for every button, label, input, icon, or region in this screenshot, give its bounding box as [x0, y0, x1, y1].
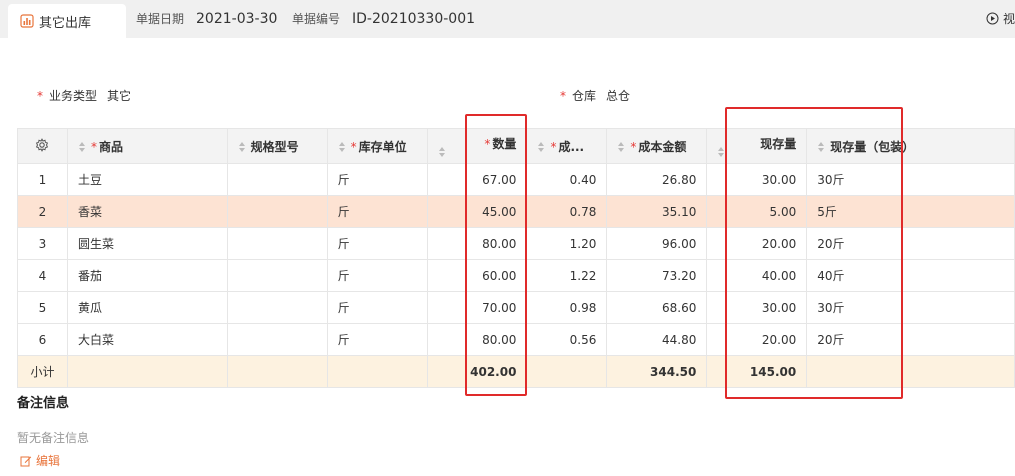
row-index: 4: [17, 259, 68, 292]
unit-cost-cell[interactable]: 0.98: [526, 291, 608, 324]
warehouse-label: 仓库: [572, 89, 597, 103]
sort-icon[interactable]: [537, 141, 545, 153]
unit-cell[interactable]: 斤: [326, 163, 428, 196]
column-label: 规格型号: [250, 139, 299, 154]
row-index: 2: [17, 195, 68, 228]
column-header-product[interactable]: * 商品: [66, 128, 228, 164]
spec-cell[interactable]: [226, 323, 328, 356]
unit-cell[interactable]: 斤: [326, 259, 428, 292]
required-mark: *: [550, 139, 557, 154]
biz-type-label: 业务类型: [49, 89, 98, 103]
product-cell[interactable]: 圆生菜: [66, 227, 228, 260]
amount-cell[interactable]: 96.00: [606, 227, 708, 260]
doc-number: 单据编号 ID-20210330-001: [292, 10, 475, 27]
tab-other-outbound[interactable]: 其它出库: [8, 4, 126, 38]
product-cell[interactable]: 黄瓜: [66, 291, 228, 324]
unit-cell[interactable]: 斤: [326, 227, 428, 260]
unit-cost-cell[interactable]: 1.20: [526, 227, 608, 260]
doc-date-label: 单据日期: [136, 12, 185, 26]
warehouse-field: * 仓库 总仓: [560, 87, 630, 104]
spec-cell[interactable]: [226, 195, 328, 228]
unit-cell[interactable]: 斤: [326, 323, 428, 356]
warehouse-value[interactable]: 总仓: [606, 87, 630, 104]
required-mark: *: [560, 88, 566, 103]
sort-icon[interactable]: [78, 141, 86, 153]
sort-icon[interactable]: [617, 141, 625, 153]
top-bar: 其它出库 单据日期 2021-03-30 单据编号 ID-20210330-00…: [0, 0, 1015, 38]
spec-cell[interactable]: [226, 227, 328, 260]
product-cell[interactable]: 香菜: [66, 195, 228, 228]
amount-cell[interactable]: 44.80: [606, 323, 708, 356]
row-index: 3: [17, 227, 68, 260]
view-button-label: 视: [1002, 12, 1015, 26]
tab-label: 其它出库: [39, 15, 92, 31]
row-index: 1: [17, 163, 68, 196]
notes-title: 备注信息: [17, 396, 70, 411]
amount-cell[interactable]: 35.10: [606, 195, 708, 228]
required-mark: *: [37, 88, 43, 103]
column-header-amount[interactable]: * 成本金额: [606, 128, 708, 164]
required-mark: *: [630, 139, 637, 154]
column-header-spec[interactable]: 规格型号: [226, 128, 328, 164]
play-circle-icon: [986, 12, 999, 25]
unit-cost-cell[interactable]: 0.40: [526, 163, 608, 196]
column-header-unit[interactable]: * 库存单位: [326, 128, 428, 164]
product-cell[interactable]: 番茄: [66, 259, 228, 292]
sort-icon[interactable]: [438, 146, 446, 158]
annotation-box-stock: [725, 107, 903, 399]
row-index: 5: [17, 291, 68, 324]
spec-cell[interactable]: [226, 163, 328, 196]
gear-icon[interactable]: [35, 137, 49, 152]
bar-chart-icon: [20, 14, 34, 28]
product-cell[interactable]: 大白菜: [66, 323, 228, 356]
column-label: 库存单位: [358, 139, 407, 154]
column-label: 成...: [558, 139, 585, 154]
doc-number-label: 单据编号: [292, 12, 341, 26]
unit-cost-cell[interactable]: 0.56: [526, 323, 608, 356]
subtotal-label: 小计: [17, 355, 68, 388]
column-label: 商品: [98, 139, 123, 154]
amount-cell[interactable]: 26.80: [606, 163, 708, 196]
amount-cell[interactable]: 68.60: [606, 291, 708, 324]
edit-label: 编辑: [36, 454, 61, 468]
unit-cell[interactable]: 斤: [326, 291, 428, 324]
required-mark: *: [90, 139, 97, 154]
empty-cell: [226, 355, 328, 388]
unit-cost-cell[interactable]: 1.22: [526, 259, 608, 292]
unit-cell[interactable]: 斤: [326, 195, 428, 228]
edit-icon: [20, 456, 32, 466]
edit-notes-button[interactable]: 编辑: [20, 452, 60, 469]
notes-empty-text: 暂无备注信息: [17, 431, 90, 445]
empty-cell: [326, 355, 428, 388]
empty-cell: [66, 355, 228, 388]
empty-cell: [526, 355, 608, 388]
row-index: 6: [17, 323, 68, 356]
spec-cell[interactable]: [226, 259, 328, 292]
doc-date: 单据日期 2021-03-30: [136, 10, 277, 27]
amount-cell[interactable]: 73.20: [606, 259, 708, 292]
sort-icon[interactable]: [338, 141, 346, 153]
doc-date-value: 2021-03-30: [196, 10, 278, 27]
unit-cost-cell[interactable]: 0.78: [526, 195, 608, 228]
column-header-unit-cost[interactable]: * 成...: [526, 128, 608, 164]
annotation-box-qty: [465, 114, 527, 396]
biz-type-field: * 业务类型 其它: [37, 87, 131, 104]
required-mark: *: [350, 139, 357, 154]
sort-icon[interactable]: [238, 141, 246, 153]
subtotal-amount: 344.50: [606, 355, 708, 388]
doc-number-value: ID-20210330-001: [352, 10, 476, 27]
product-cell[interactable]: 土豆: [66, 163, 228, 196]
view-button[interactable]: 视: [986, 10, 1015, 27]
biz-type-value[interactable]: 其它: [107, 87, 131, 104]
spec-cell[interactable]: [226, 291, 328, 324]
settings-column-header[interactable]: [17, 128, 68, 164]
column-label: 成本金额: [638, 139, 687, 154]
